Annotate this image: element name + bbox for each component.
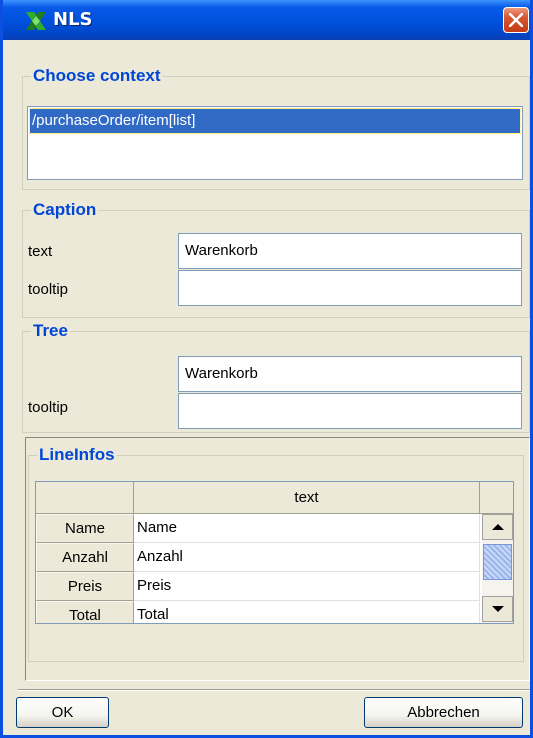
column-header-text[interactable]: text xyxy=(134,482,480,514)
nls-logo-icon xyxy=(23,9,49,33)
choose-context-legend: Choose context xyxy=(31,66,163,86)
table-cell[interactable]: Name xyxy=(134,514,480,543)
row-header[interactable]: Anzahl xyxy=(36,543,134,572)
window-title: NLS xyxy=(53,9,93,30)
context-list-item[interactable]: /purchaseOrder/item[list] xyxy=(29,108,521,134)
vertical-scrollbar[interactable] xyxy=(482,514,513,623)
tree-tooltip-field[interactable] xyxy=(178,393,522,429)
tree-legend: Tree xyxy=(31,321,70,341)
scroll-thumb[interactable] xyxy=(483,544,512,580)
close-button[interactable] xyxy=(503,7,529,33)
table-cell[interactable]: Total xyxy=(134,601,480,623)
row-header[interactable]: Preis xyxy=(36,572,134,601)
tree-tooltip-label: tooltip xyxy=(28,399,69,416)
caption-tooltip-field[interactable] xyxy=(178,270,522,306)
scroll-up-button[interactable] xyxy=(482,514,513,540)
caption-legend: Caption xyxy=(31,200,99,220)
close-icon xyxy=(509,13,523,27)
table-corner xyxy=(36,482,134,514)
cancel-button[interactable]: Abbrechen xyxy=(364,697,523,728)
tree-text-field[interactable]: Warenkorb xyxy=(178,356,522,392)
caption-text-field[interactable]: Warenkorb xyxy=(178,233,522,269)
lineinfos-legend: LineInfos xyxy=(37,445,117,465)
table-cell[interactable]: Preis xyxy=(134,572,480,601)
nls-dialog: NLS Choose context /purchaseOrder/item[l… xyxy=(0,0,533,738)
title-bar[interactable]: NLS xyxy=(3,0,530,40)
row-header[interactable]: Total xyxy=(36,601,134,623)
context-list[interactable]: /purchaseOrder/item[list] xyxy=(27,106,523,180)
table-header-filler xyxy=(480,482,513,514)
ok-button[interactable]: OK xyxy=(16,697,109,728)
arrow-up-icon xyxy=(492,524,504,530)
scroll-down-button[interactable] xyxy=(482,596,513,622)
row-header[interactable]: Name xyxy=(36,514,134,543)
lineinfos-table[interactable]: text Name Name Anzahl Anzahl Preis Preis… xyxy=(35,481,514,624)
arrow-down-icon xyxy=(492,606,504,612)
button-separator xyxy=(18,689,530,691)
caption-text-label: text xyxy=(28,243,53,260)
caption-tooltip-label: tooltip xyxy=(28,281,69,298)
table-cell[interactable]: Anzahl xyxy=(134,543,480,572)
